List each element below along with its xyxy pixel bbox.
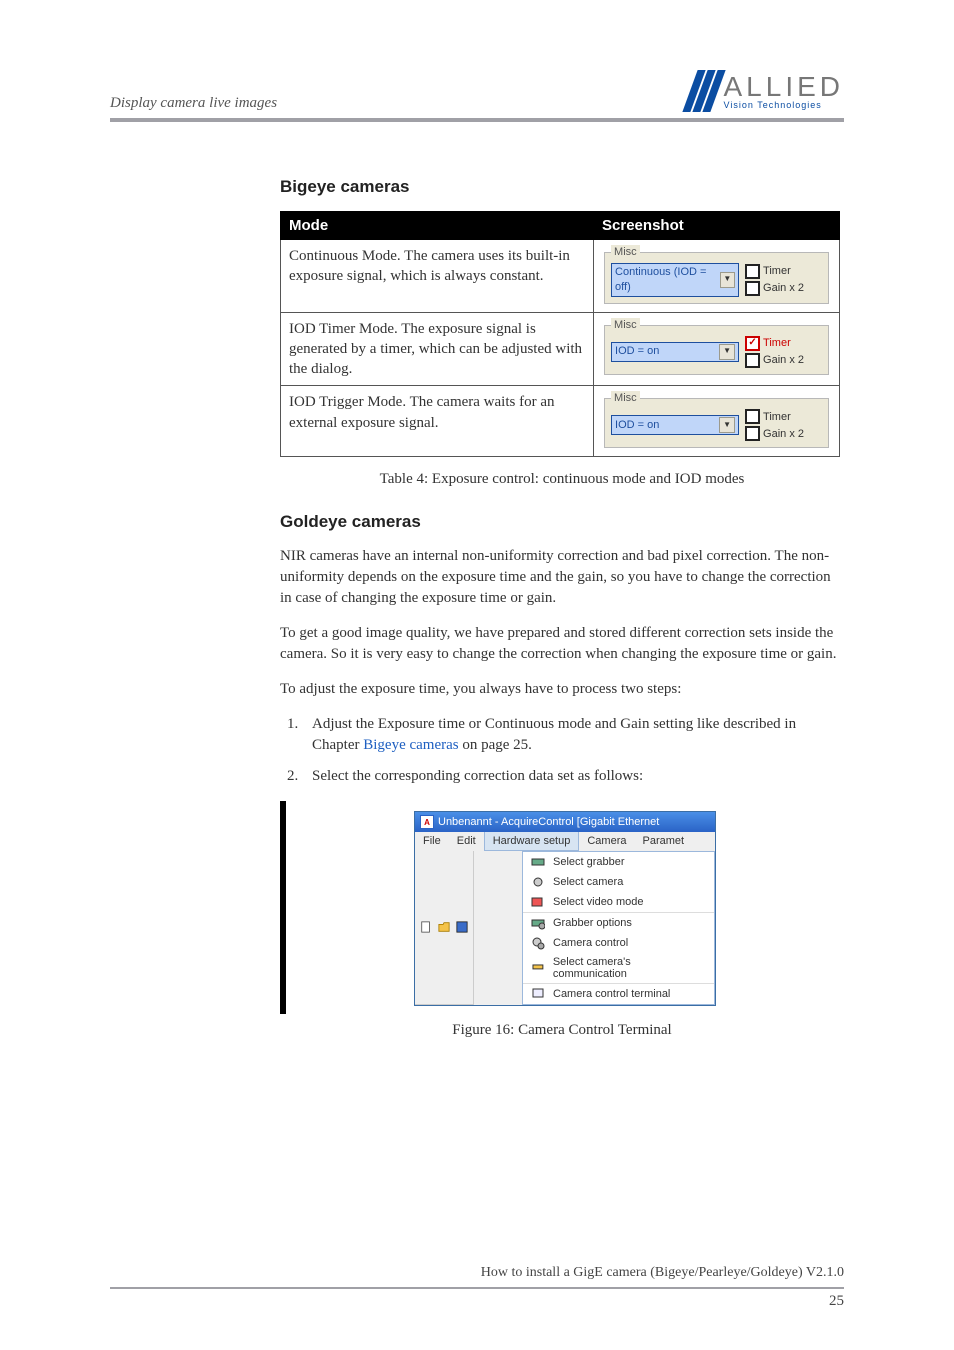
dropdown-value: IOD = on bbox=[615, 344, 659, 359]
save-icon[interactable] bbox=[456, 921, 468, 935]
link-bigeye[interactable]: Bigeye cameras bbox=[363, 737, 458, 753]
menu-edit[interactable]: Edit bbox=[449, 832, 484, 851]
misc-panel: Misc IOD = on ▼ Timer Gain x 2 bbox=[604, 398, 829, 448]
logo-stripes-icon bbox=[682, 70, 725, 112]
step-1: Adjust the Exposure time or Continuous m… bbox=[302, 714, 844, 756]
logo: ALLIED Vision Technologies bbox=[690, 70, 845, 112]
comms-icon bbox=[531, 961, 545, 975]
chevron-down-icon[interactable]: ▼ bbox=[719, 344, 735, 360]
menu-item-camera-comms[interactable]: Select camera's communication bbox=[523, 953, 714, 983]
misc-panel: Misc IOD = on ▼ ✓Timer Gain x 2 bbox=[604, 325, 829, 375]
footer-text: How to install a GigE camera (Bigeye/Pea… bbox=[110, 1265, 844, 1281]
chevron-down-icon[interactable]: ▼ bbox=[719, 417, 735, 433]
timer-checkbox[interactable]: Timer bbox=[745, 264, 804, 279]
row2-desc: IOD Timer Mode. The exposure signal is g… bbox=[281, 312, 594, 386]
menu-file[interactable]: File bbox=[415, 832, 449, 851]
dropdown-value: IOD = on bbox=[615, 418, 659, 433]
page-header: Display camera live images ALLIED Vision… bbox=[110, 70, 844, 122]
paragraph-2: To get a good image quality, we have pre… bbox=[280, 623, 844, 665]
misc-legend: Misc bbox=[611, 391, 640, 406]
figure-caption: Figure 16: Camera Control Terminal bbox=[280, 1022, 844, 1039]
toolbar bbox=[415, 851, 474, 1005]
menu-camera[interactable]: Camera bbox=[579, 832, 634, 851]
gain-checkbox[interactable]: Gain x 2 bbox=[745, 281, 804, 296]
camera-control-icon bbox=[531, 936, 545, 950]
terminal-icon bbox=[531, 987, 545, 1001]
open-folder-icon[interactable] bbox=[438, 921, 450, 935]
modes-table: Mode Screenshot Continuous Mode. The cam… bbox=[280, 211, 840, 457]
fig16-border bbox=[280, 801, 286, 1014]
th-mode: Mode bbox=[281, 212, 594, 240]
video-mode-icon bbox=[531, 895, 545, 909]
menubar: File Edit Hardware setup Camera Paramet bbox=[415, 832, 715, 851]
hardware-setup-menu: Select grabber Select camera Select vide… bbox=[522, 851, 715, 1005]
misc-legend: Misc bbox=[611, 245, 640, 260]
menu-item-camera-control[interactable]: Camera control bbox=[523, 933, 714, 953]
row3-desc: IOD Trigger Mode. The camera waits for a… bbox=[281, 386, 594, 457]
menu-hardware-setup[interactable]: Hardware setup bbox=[484, 832, 580, 851]
timer-checkbox[interactable]: Timer bbox=[745, 409, 804, 424]
paragraph-1: NIR cameras have an internal non-uniform… bbox=[280, 546, 844, 609]
mode-dropdown[interactable]: Continuous (IOD = off) ▼ bbox=[611, 263, 739, 297]
new-file-icon[interactable] bbox=[420, 921, 432, 935]
menu-item-select-camera[interactable]: Select camera bbox=[523, 872, 714, 892]
section-goldeye: Goldeye cameras bbox=[280, 512, 844, 532]
logo-main: ALLIED bbox=[724, 73, 845, 101]
logo-sub: Vision Technologies bbox=[724, 101, 845, 110]
steps-list: Adjust the Exposure time or Continuous m… bbox=[280, 714, 844, 787]
app-icon: A bbox=[420, 815, 434, 829]
page-number: 25 bbox=[110, 1287, 844, 1310]
menu-item-grabber-options[interactable]: Grabber options bbox=[523, 912, 714, 933]
misc-legend: Misc bbox=[611, 318, 640, 333]
mode-dropdown[interactable]: IOD = on ▼ bbox=[611, 342, 739, 362]
dropdown-value: Continuous (IOD = off) bbox=[615, 265, 720, 295]
paragraph-3: To adjust the exposure time, you always … bbox=[280, 679, 844, 700]
gain-checkbox[interactable]: Gain x 2 bbox=[745, 353, 804, 368]
header-title: Display camera live images bbox=[110, 95, 277, 112]
th-screenshot: Screenshot bbox=[594, 212, 840, 240]
step-2: Select the corresponding correction data… bbox=[302, 766, 844, 787]
menu-item-select-video-mode[interactable]: Select video mode bbox=[523, 892, 714, 912]
gain-checkbox[interactable]: Gain x 2 bbox=[745, 426, 804, 441]
section-bigeye: Bigeye cameras bbox=[280, 177, 844, 197]
grabber-icon bbox=[531, 855, 545, 869]
row1-desc: Continuous Mode. The camera uses its bui… bbox=[281, 240, 594, 313]
fig16-screenshot: A Unbenannt - AcquireControl [Gigabit Et… bbox=[414, 811, 716, 1006]
menu-item-camera-terminal[interactable]: Camera control terminal bbox=[523, 983, 714, 1004]
menu-parameters[interactable]: Paramet bbox=[634, 832, 692, 851]
window-titlebar: A Unbenannt - AcquireControl [Gigabit Et… bbox=[415, 812, 715, 832]
page-footer: How to install a GigE camera (Bigeye/Pea… bbox=[110, 1265, 844, 1310]
misc-panel: Misc Continuous (IOD = off) ▼ Timer Gain… bbox=[604, 252, 829, 304]
menu-item-select-grabber[interactable]: Select grabber bbox=[523, 852, 714, 872]
mode-dropdown[interactable]: IOD = on ▼ bbox=[611, 415, 739, 435]
grabber-options-icon bbox=[531, 916, 545, 930]
camera-icon bbox=[531, 875, 545, 889]
chevron-down-icon[interactable]: ▼ bbox=[720, 272, 735, 288]
window-title: Unbenannt - AcquireControl [Gigabit Ethe… bbox=[438, 816, 659, 828]
timer-checkbox[interactable]: ✓Timer bbox=[745, 336, 804, 351]
table-caption: Table 4: Exposure control: continuous mo… bbox=[280, 471, 844, 488]
